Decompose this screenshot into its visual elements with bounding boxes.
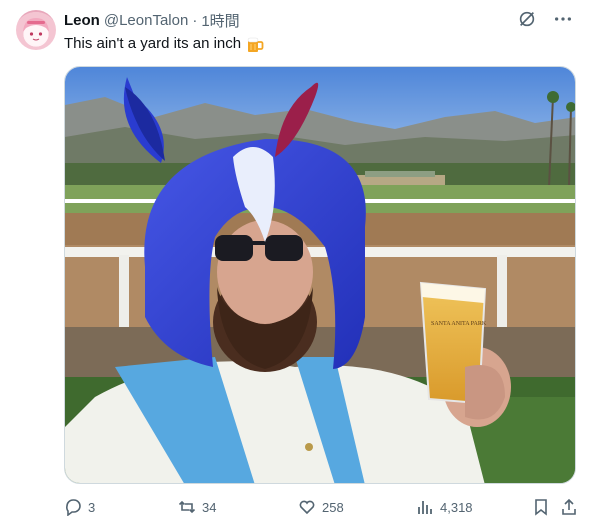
tweet-header: Leon @LeonTalon · 1時間 [64, 10, 240, 30]
retweet-icon [178, 500, 196, 514]
separator-dot: · [192, 11, 198, 29]
like-button[interactable]: 258 [298, 496, 344, 518]
bookmark-button[interactable] [532, 496, 550, 518]
glass-logo: SANTA ANITA PARK [431, 321, 487, 327]
action-bar: 3 34 258 4,318 [64, 496, 576, 518]
more-icon[interactable] [552, 8, 574, 30]
author-name[interactable]: Leon [64, 12, 100, 29]
tweet: Leon @LeonTalon · 1時間 This ain't a yard … [0, 0, 590, 524]
retweet-button[interactable]: 34 [178, 496, 216, 518]
reply-button[interactable]: 3 [64, 496, 95, 518]
tweet-photo[interactable]: SANTA ANITA PARK [64, 66, 576, 484]
views-icon [418, 501, 432, 514]
share-icon [562, 498, 576, 515]
author-handle[interactable]: @LeonTalon [104, 12, 188, 29]
tweet-body: This ain't a yard its an inch [64, 35, 242, 52]
top-actions [516, 8, 574, 30]
views-count: 4,318 [440, 499, 473, 515]
retweet-count: 34 [202, 499, 217, 515]
avatar[interactable] [16, 10, 56, 50]
timestamp[interactable]: 1時間 [201, 10, 239, 31]
photo-scene: SANTA ANITA PARK [65, 67, 575, 483]
views-button[interactable]: 4,318 [416, 496, 473, 518]
like-count: 258 [322, 499, 344, 515]
share-button[interactable] [560, 496, 578, 518]
beer-mug-icon [246, 35, 264, 53]
reply-icon [66, 499, 81, 516]
bookmark-icon [535, 499, 547, 516]
tweet-text: This ain't a yard its an inch [64, 34, 264, 54]
grok-icon[interactable] [516, 8, 538, 30]
reply-count: 3 [88, 499, 96, 515]
like-icon [299, 500, 315, 515]
